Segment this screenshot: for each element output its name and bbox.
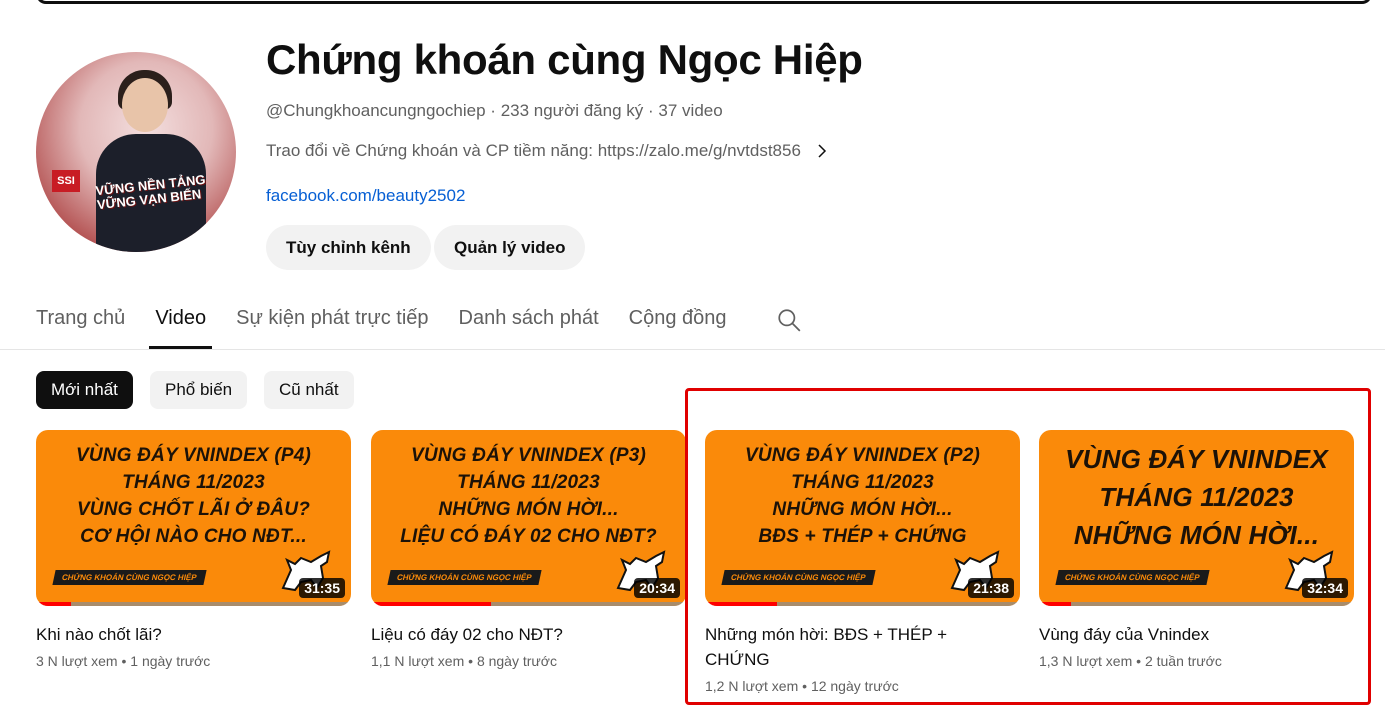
view-count: 1,1 N lượt xem [371, 653, 465, 669]
thumbnail-text: VÙNG ĐÁY VNINDEX (P3) THÁNG 11/2023 NHỮN… [371, 442, 686, 550]
upload-age: 1 ngày trước [130, 653, 211, 669]
stats-separator: • [468, 653, 474, 669]
tab-community[interactable]: Cộng đồng [629, 303, 727, 349]
video-card[interactable]: VÙNG ĐÁY VNINDEX (P3) THÁNG 11/2023 NHỮN… [371, 430, 686, 669]
customize-channel-button[interactable]: Tùy chỉnh kênh [266, 225, 431, 270]
tab-live[interactable]: Sự kiện phát trực tiếp [236, 303, 428, 349]
thumbnail-brand: CHỨNG KHOÁN CÙNG NGỌC HIỆP [387, 570, 542, 585]
watch-progress-fill [371, 602, 491, 606]
avatar-person-head [122, 78, 168, 132]
filter-oldest[interactable]: Cũ nhất [264, 371, 354, 409]
video-title[interactable]: Liệu có đáy 02 cho NĐT? [371, 622, 661, 647]
thumbnail-line: THÁNG 11/2023 [457, 472, 600, 493]
meta-separator: · [648, 101, 654, 120]
subscriber-count: 233 người đăng ký [500, 101, 644, 120]
video-thumbnail[interactable]: VÙNG ĐÁY VNINDEX (P4) THÁNG 11/2023 VÙNG… [36, 430, 351, 606]
thumbnail-line: LIỆU CÓ ĐÁY 02 CHO NĐT? [400, 526, 657, 547]
watch-progress [371, 602, 686, 606]
tabs-divider [0, 349, 1385, 350]
upload-age: 8 ngày trước [476, 653, 557, 669]
channel-tabs: Trang chủ Video Sự kiện phát trực tiếp D… [36, 303, 757, 349]
video-count: 37 video [658, 101, 723, 120]
description-text: Trao đổi về Chứng khoán và CP tiềm năng:… [266, 141, 801, 160]
chevron-right-icon[interactable] [813, 142, 831, 160]
search-icon[interactable] [776, 307, 802, 333]
video-title[interactable]: Khi nào chốt lãi? [36, 622, 326, 647]
thumbnail-line: CƠ HỘI NÀO CHO NĐT... [80, 526, 307, 547]
channel-name: Chứng khoán cùng Ngọc Hiệp [266, 36, 863, 83]
thumbnail-line: THÁNG 11/2023 [122, 472, 265, 493]
tab-home[interactable]: Trang chủ [36, 303, 125, 349]
thumbnail-line: VÙNG ĐÁY VNINDEX (P4) [75, 445, 312, 466]
thumbnail-line: VÙNG ĐÁY VNINDEX (P3) [410, 445, 647, 466]
stats-separator: • [121, 653, 127, 669]
channel-meta: @Chungkhoancungngochiep · 233 người đăng… [266, 101, 723, 121]
tab-videos[interactable]: Video [149, 303, 212, 349]
manage-videos-button[interactable]: Quản lý video [434, 225, 586, 270]
thumbnail-text: VÙNG ĐÁY VNINDEX (P4) THÁNG 11/2023 VÙNG… [36, 442, 351, 550]
annotation-highlight-box [685, 388, 1371, 705]
avatar-ssi-logo: SSI [52, 170, 80, 192]
video-thumbnail[interactable]: VÙNG ĐÁY VNINDEX (P3) THÁNG 11/2023 NHỮN… [371, 430, 686, 606]
masthead-edge [36, 0, 1372, 4]
video-duration: 31:35 [299, 578, 345, 598]
video-duration: 20:34 [634, 578, 680, 598]
video-card[interactable]: VÙNG ĐÁY VNINDEX (P4) THÁNG 11/2023 VÙNG… [36, 430, 351, 669]
tab-playlists[interactable]: Danh sách phát [459, 303, 599, 349]
filter-popular[interactable]: Phổ biến [150, 371, 248, 409]
view-count: 3 N lượt xem [36, 653, 118, 669]
channel-handle: @Chungkhoancungngochiep [266, 101, 486, 120]
thumbnail-brand: CHỨNG KHOÁN CÙNG NGỌC HIỆP [52, 570, 207, 585]
video-stats: 3 N lượt xem • 1 ngày trước [36, 653, 351, 669]
video-stats: 1,1 N lượt xem • 8 ngày trước [371, 653, 686, 669]
meta-separator: · [490, 101, 496, 120]
channel-avatar[interactable]: SSI VỮNG NỀN TẢNG VỮNG VẠN BIẾN [36, 52, 236, 252]
channel-description[interactable]: Trao đổi về Chứng khoán và CP tiềm năng:… [266, 141, 831, 161]
thumbnail-line: NHỮNG MÓN HỜI... [438, 499, 619, 520]
watch-progress-fill [36, 602, 71, 606]
thumbnail-line: VÙNG CHỐT LÃI Ở ĐÂU? [76, 499, 311, 520]
watch-progress [36, 602, 351, 606]
filter-latest[interactable]: Mới nhất [36, 371, 133, 409]
channel-link[interactable]: facebook.com/beauty2502 [266, 186, 465, 206]
